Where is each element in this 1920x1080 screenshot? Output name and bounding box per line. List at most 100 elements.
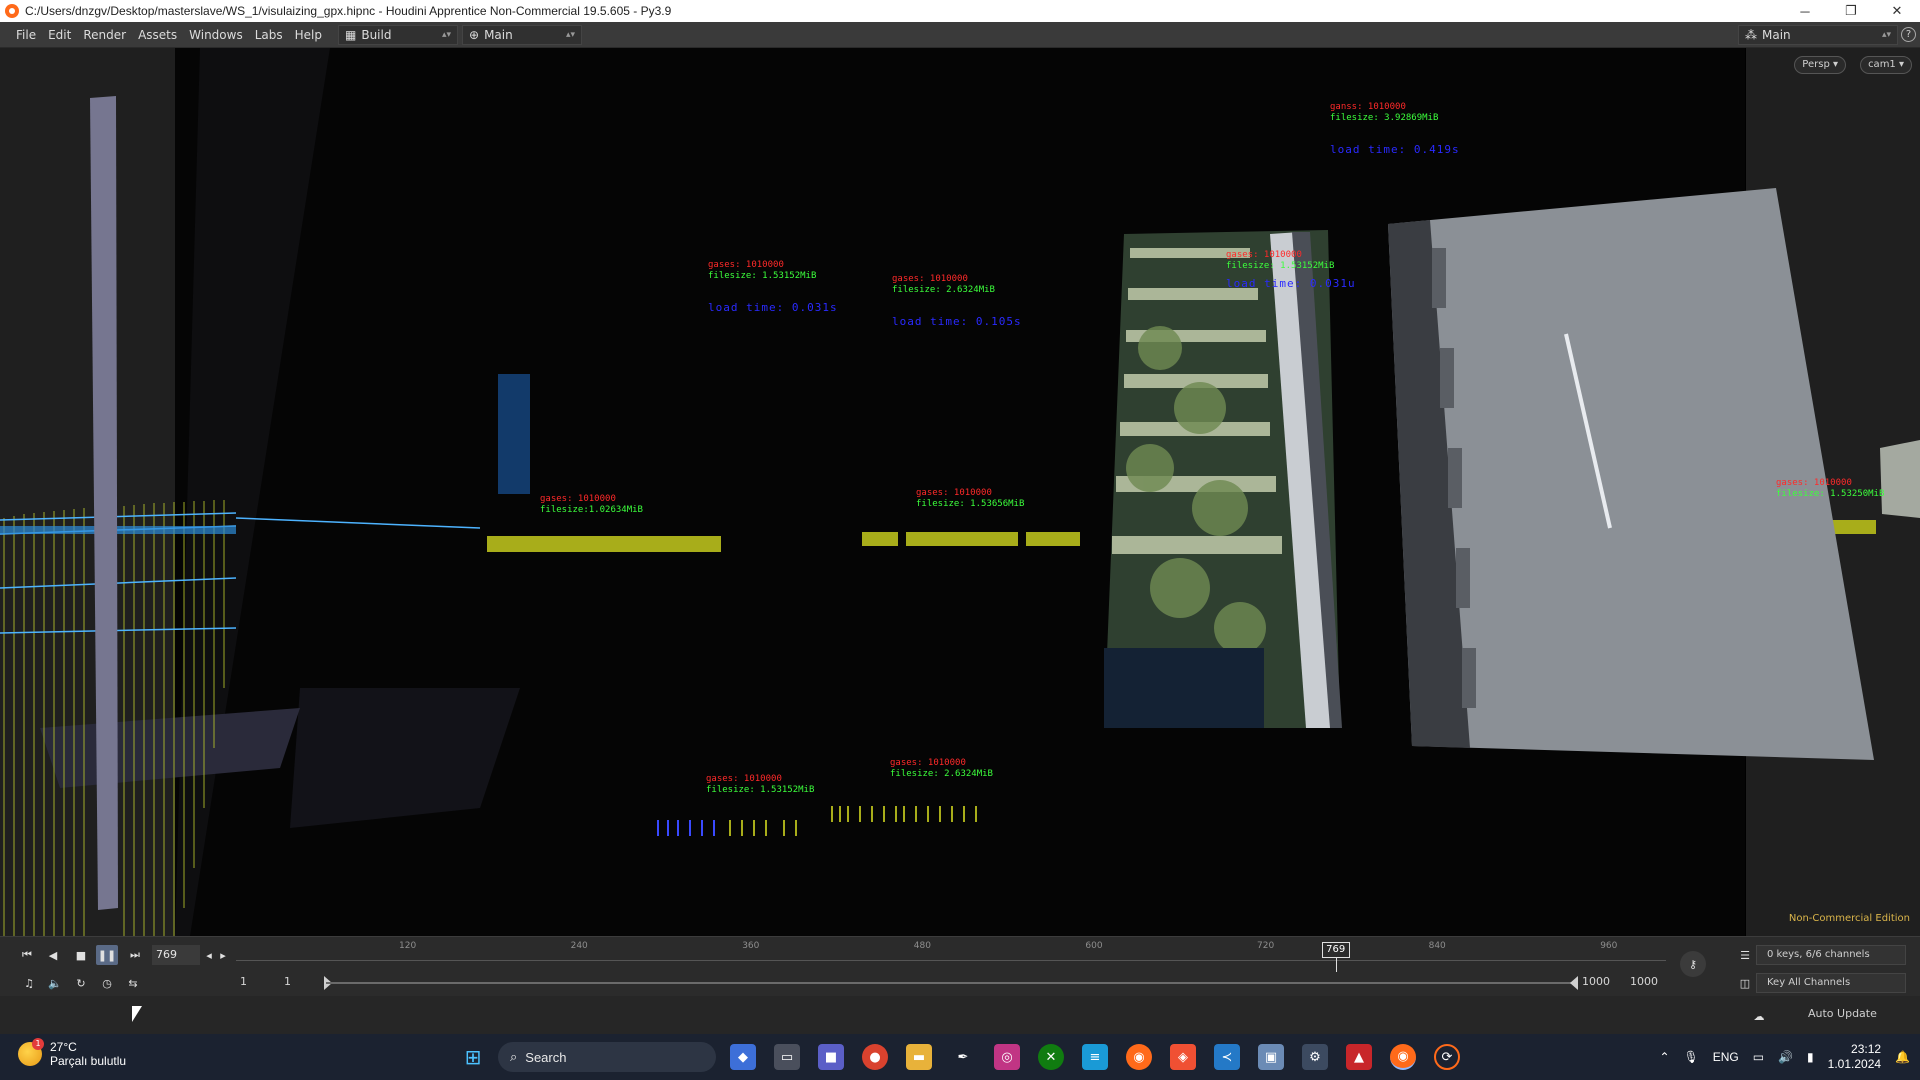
step-forward-button[interactable]: ▸ bbox=[216, 945, 230, 965]
crosshair-icon: ⊕ bbox=[469, 27, 480, 42]
playback-end-field[interactable]: 1000 bbox=[1582, 975, 1610, 988]
git-icon[interactable]: ◈ bbox=[1170, 1044, 1196, 1070]
range-end-handle[interactable] bbox=[1570, 976, 1578, 990]
clock-date: 1.01.2024 bbox=[1827, 1057, 1882, 1071]
microphone-icon[interactable]: 🎙 bbox=[1684, 1050, 1699, 1064]
volume-icon[interactable]: 🔊 bbox=[1778, 1050, 1793, 1064]
frame-marker[interactable]: 769 bbox=[1321, 942, 1350, 958]
hud-filesize: filesize: 2.6324MiB bbox=[890, 769, 993, 779]
channel-list-icon[interactable]: ☰ bbox=[1734, 945, 1756, 965]
auto-update-toggle[interactable]: Auto Update bbox=[1794, 1004, 1906, 1024]
hud-label: ganss: 1010000 filesize: 3.92869MiB load… bbox=[1330, 102, 1460, 155]
widgets-icon[interactable]: ◆ bbox=[730, 1044, 756, 1070]
range-slider[interactable] bbox=[326, 982, 1576, 984]
network-icon[interactable]: ▭ bbox=[1753, 1050, 1764, 1064]
houdini-logo-icon bbox=[5, 4, 19, 18]
menu-help[interactable]: Help bbox=[289, 28, 328, 42]
global-start-field[interactable]: 1 bbox=[240, 975, 247, 988]
menu-assets[interactable]: Assets bbox=[132, 28, 183, 42]
hud-label: gases: 1010000 filesize: 2.6324MiB bbox=[890, 758, 993, 780]
hud-points: gases: 1010000 bbox=[708, 260, 784, 270]
desktop-right-dropdown[interactable]: ⁂ Main ▴▾ bbox=[1738, 25, 1898, 45]
taskbar-search[interactable]: ⌕ Search bbox=[498, 1042, 716, 1072]
ruler-line bbox=[236, 960, 1666, 961]
desktop-dropdown[interactable]: ⊕ Main ▴▾ bbox=[462, 24, 582, 45]
channel-count-field[interactable]: 0 keys, 6/6 channels bbox=[1756, 945, 1906, 965]
minimize-button[interactable]: ─ bbox=[1782, 0, 1828, 22]
teams-icon[interactable]: ■ bbox=[818, 1044, 844, 1070]
notepad-icon[interactable]: ≡ bbox=[1082, 1044, 1108, 1070]
clock[interactable]: 23:12 1.01.2024 bbox=[1828, 1042, 1881, 1072]
pause-button[interactable]: ❚❚ bbox=[96, 945, 118, 965]
camera-view-menu[interactable]: Persp ▾ bbox=[1794, 56, 1846, 74]
red-app-icon[interactable]: ▲ bbox=[1346, 1044, 1372, 1070]
weather-text: 27°C Parçalı bulutlu bbox=[50, 1040, 126, 1068]
houdini-app-icon[interactable]: ◉ bbox=[1390, 1044, 1416, 1070]
chevron-up-icon[interactable]: ⌃ bbox=[1659, 1050, 1669, 1064]
menu-labs[interactable]: Labs bbox=[249, 28, 289, 42]
shelf-set-dropdown[interactable]: ▦ Build ▴▾ bbox=[338, 24, 458, 45]
realtime-icon[interactable]: ◷ bbox=[96, 973, 118, 993]
chevron-down-icon: ▴▾ bbox=[441, 29, 451, 40]
xbox-icon[interactable]: ✕ bbox=[1038, 1044, 1064, 1070]
notification-badge: 1 bbox=[32, 1038, 44, 1050]
battery-icon[interactable]: ▮ bbox=[1807, 1050, 1814, 1064]
audio-icon[interactable]: ♫ bbox=[18, 973, 40, 993]
inkscape-icon[interactable]: ✒ bbox=[950, 1044, 976, 1070]
tick-label: 720 bbox=[1257, 941, 1275, 951]
file-explorer-icon[interactable]: ▬ bbox=[906, 1044, 932, 1070]
menu-render[interactable]: Render bbox=[77, 28, 132, 42]
chrome-icon[interactable]: ● bbox=[862, 1044, 888, 1070]
window-title: C:/Users/dnzgv/Desktop/masterslave/WS_1/… bbox=[25, 4, 672, 18]
range-row: ♫ 🔈 ↻ ◷ ⇆ 1 1 1000 1000 ◫ Key All Channe… bbox=[0, 971, 1920, 995]
tick-label: 480 bbox=[913, 941, 931, 951]
vscode-icon[interactable]: ≺ bbox=[1214, 1044, 1240, 1070]
hud-label: gases: 1010000 filesize: 1.53250MiB bbox=[1776, 478, 1884, 500]
play-reverse-button[interactable]: ◀ bbox=[42, 945, 64, 965]
scene-viewport[interactable]: ganss: 1010000 filesize: 3.92869MiB load… bbox=[0, 48, 1920, 936]
current-frame-field[interactable]: 769 bbox=[152, 945, 200, 965]
tick-label: 120 bbox=[399, 941, 417, 951]
instagram-icon[interactable]: ◎ bbox=[994, 1044, 1020, 1070]
houdini-launcher-icon[interactable]: ◉ bbox=[1126, 1044, 1152, 1070]
camera-select-menu[interactable]: cam1 ▾ bbox=[1860, 56, 1912, 74]
playbar: ⏮ ◀ ■ ❚❚ ⏭ 769 ◂ ▸ 120 240 360 480 600 7… bbox=[0, 936, 1920, 996]
menu-windows[interactable]: Windows bbox=[183, 28, 249, 42]
chevron-down-icon: ▴▾ bbox=[565, 29, 575, 40]
status-bar: ☁ Auto Update bbox=[0, 996, 1920, 1034]
step-icon[interactable]: ⇆ bbox=[122, 973, 144, 993]
step-back-button[interactable]: ◂ bbox=[202, 945, 216, 965]
stop-button[interactable]: ■ bbox=[70, 945, 92, 965]
menu-edit[interactable]: Edit bbox=[42, 28, 77, 42]
tick-label: 600 bbox=[1085, 941, 1103, 951]
hud-points: gases: 1010000 bbox=[706, 774, 782, 784]
maximize-button[interactable]: ❐ bbox=[1828, 0, 1874, 22]
close-button[interactable]: ✕ bbox=[1874, 0, 1920, 22]
houdini-fx-icon[interactable]: ⟳ bbox=[1434, 1044, 1460, 1070]
settings-icon[interactable]: ⚙ bbox=[1302, 1044, 1328, 1070]
timeline-ruler[interactable]: 120 240 360 480 600 720 840 960 769 bbox=[236, 941, 1666, 972]
global-end-field[interactable]: 1000 bbox=[1630, 975, 1658, 988]
hud-loadtime: load time: 0.419s bbox=[1330, 143, 1460, 156]
key-all-channels-button[interactable]: Key All Channels bbox=[1756, 973, 1906, 993]
hud-points: ganss: 1010000 bbox=[1330, 102, 1406, 112]
help-icon[interactable]: ? bbox=[1901, 27, 1916, 42]
playback-start-field[interactable]: 1 bbox=[284, 975, 291, 988]
speaker-icon[interactable]: 🔈 bbox=[44, 973, 66, 993]
loop-icon[interactable]: ↻ bbox=[70, 973, 92, 993]
tick-label: 960 bbox=[1600, 941, 1618, 951]
windows-start-icon[interactable]: ⊞ bbox=[460, 1044, 486, 1070]
clock-time: 23:12 bbox=[1851, 1042, 1882, 1056]
weather-widget[interactable]: 1 27°C Parçalı bulutlu bbox=[18, 1038, 126, 1068]
frame-marker-line bbox=[1335, 958, 1337, 972]
jump-end-button[interactable]: ⏭ bbox=[124, 945, 146, 965]
menu-file[interactable]: File bbox=[10, 28, 42, 42]
language-indicator[interactable]: ENG bbox=[1713, 1050, 1739, 1064]
monitor-app-icon[interactable]: ▣ bbox=[1258, 1044, 1284, 1070]
shelf-set-label: Build bbox=[361, 27, 392, 42]
notification-bell-icon[interactable]: 🔔 bbox=[1895, 1050, 1910, 1064]
hud-filesize: filesize: 3.92869MiB bbox=[1330, 113, 1439, 123]
task-view-icon[interactable]: ▭ bbox=[774, 1044, 800, 1070]
jump-start-button[interactable]: ⏮ bbox=[16, 945, 38, 965]
keyframe-icon[interactable]: ◫ bbox=[1734, 973, 1756, 993]
